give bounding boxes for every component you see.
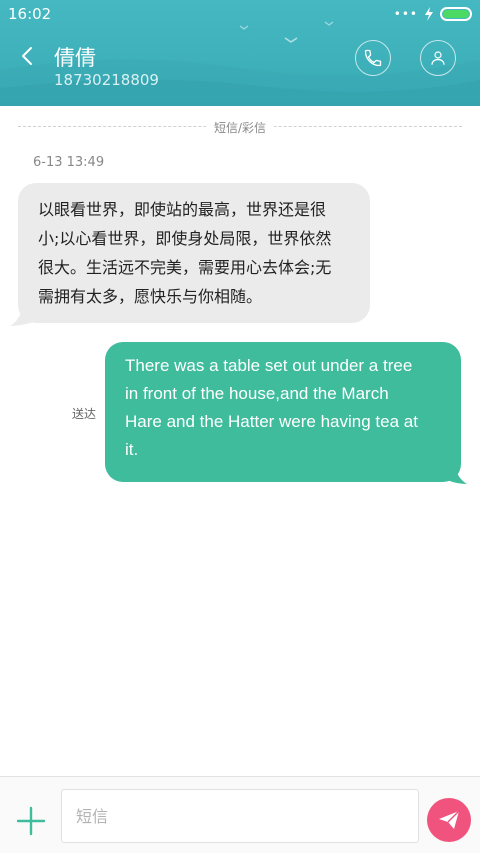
delivery-status: 送达 [72,407,97,421]
outgoing-message-line: There was a table set out under a tree [125,356,413,375]
message-composer [0,776,480,853]
contact-info-button[interactable] [420,40,456,76]
charging-icon [425,7,433,21]
add-attachment-button[interactable] [14,804,48,838]
message-type-divider: 短信/彩信 [0,117,480,137]
contact-phone-number: 18730218809 [54,71,159,89]
phone-icon [364,49,382,67]
person-icon [431,51,445,65]
call-button[interactable] [355,40,391,76]
outgoing-message-line: Hare and the Hatter were having tea at [125,412,418,431]
sms-input[interactable] [61,789,419,843]
plus-icon [16,806,46,836]
notification-dots: ••• [393,7,418,21]
battery-icon [440,7,472,21]
outgoing-message-line: it. [125,440,139,459]
send-button[interactable] [427,798,471,842]
contact-name: 倩倩 [54,46,96,70]
status-time: 16:02 [8,5,52,23]
incoming-message-line: 以眼看世界，即使站的最高，世界还是很 [38,200,327,219]
divider-label: 短信/彩信 [205,121,275,135]
paper-plane-icon [439,810,460,829]
outgoing-message-bubble[interactable]: There was a table set out under a tree i… [105,342,461,482]
message-timestamp: 6-13 13:49 [33,155,105,170]
incoming-message-bubble[interactable]: 以眼看世界，即使站的最高，世界还是很 小;以心看世界，即使身处局限，世界依然 很… [18,183,370,323]
chevron-left-icon [22,47,32,65]
incoming-message-line: 需拥有太多，愿快乐与你相随。 [38,287,263,306]
incoming-message-line: 很大。生活远不完美，需要用心去体会;无 [38,258,332,277]
back-button[interactable] [14,42,42,70]
outgoing-message-line: in front of the house,and the March [125,384,389,403]
status-bar: 16:02 ••• [0,0,480,28]
incoming-message-line: 小;以心看世界，即使身处局限，世界依然 [38,229,332,248]
status-icons: ••• [394,6,472,22]
conversation-header: 16:02 ••• 倩倩 18730218809 [0,0,480,106]
